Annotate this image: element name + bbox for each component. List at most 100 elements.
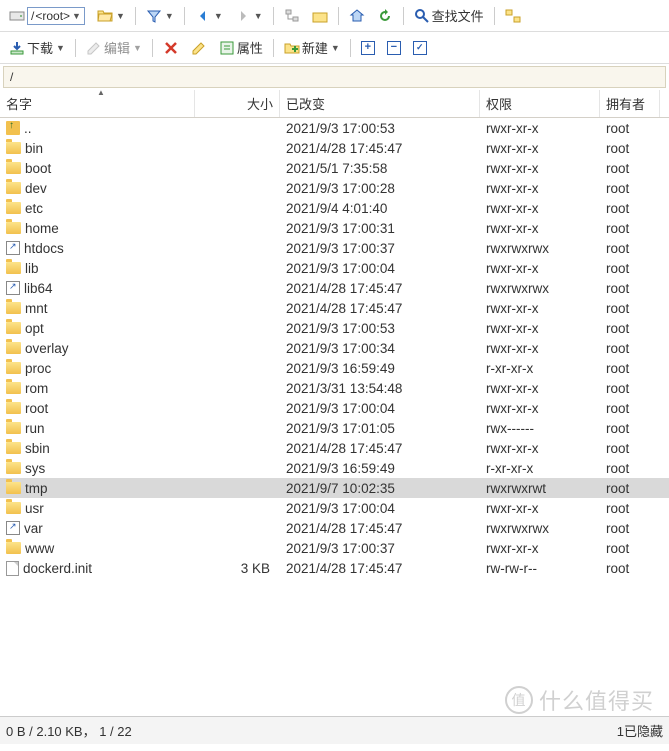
file-row[interactable]: www2021/9/3 17:00:37rwxr-xr-xroot — [0, 538, 669, 558]
file-row[interactable]: etc2021/9/4 4:01:40rwxr-xr-xroot — [0, 198, 669, 218]
col-size[interactable]: 大小 — [195, 90, 280, 117]
refresh-button[interactable] — [372, 5, 398, 27]
file-name: usr — [25, 501, 44, 516]
file-owner: root — [600, 298, 660, 318]
file-row[interactable]: rom2021/3/31 13:54:48rwxr-xr-xroot — [0, 378, 669, 398]
col-owner[interactable]: 拥有者 — [600, 90, 660, 117]
file-size — [195, 378, 280, 398]
find-files-label: 查找文件 — [432, 6, 484, 25]
filter-icon — [146, 8, 162, 24]
file-row[interactable]: proc2021/9/3 16:59:49r-xr-xr-xroot — [0, 358, 669, 378]
file-changed: 2021/9/3 17:00:28 — [280, 178, 480, 198]
folder-icon — [6, 302, 21, 314]
file-list[interactable]: ..2021/9/3 17:00:53rwxr-xr-xrootbin2021/… — [0, 118, 669, 716]
file-name: .. — [24, 121, 32, 136]
file-rights: rwxr-xr-x — [480, 398, 600, 418]
folder-icon — [6, 402, 21, 414]
rename-button[interactable] — [186, 37, 212, 59]
file-row[interactable]: sys2021/9/3 16:59:49r-xr-xr-xroot — [0, 458, 669, 478]
address-path[interactable]: / <root> ▼ — [4, 4, 90, 28]
col-rights[interactable]: 权限 — [480, 90, 600, 117]
file-rights: rwxr-xr-x — [480, 318, 600, 338]
file-row[interactable]: htdocs2021/9/3 17:00:37rwxrwxrwxroot — [0, 238, 669, 258]
select-plus-button[interactable]: + — [356, 38, 380, 58]
file-changed: 2021/9/3 17:00:04 — [280, 498, 480, 518]
file-size — [195, 478, 280, 498]
file-name: opt — [25, 321, 44, 336]
file-size — [195, 498, 280, 518]
file-rights: rwxrwxrwt — [480, 478, 600, 498]
find-files-button[interactable]: 查找文件 — [409, 3, 489, 28]
file-row[interactable]: home2021/9/3 17:00:31rwxr-xr-xroot — [0, 218, 669, 238]
chevron-down-icon: ▼ — [72, 11, 81, 21]
select-minus-button[interactable]: − — [382, 38, 406, 58]
file-rights: rwxr-xr-x — [480, 538, 600, 558]
folder-icon — [6, 502, 21, 514]
file-row[interactable]: tmp2021/9/7 10:02:35rwxrwxrwtroot — [0, 478, 669, 498]
bookmark-button[interactable] — [307, 5, 333, 27]
file-row[interactable]: usr2021/9/3 17:00:04rwxr-xr-xroot — [0, 498, 669, 518]
file-name: htdocs — [24, 241, 64, 256]
file-name: bin — [25, 141, 43, 156]
file-name: mnt — [25, 301, 48, 316]
file-row[interactable]: root2021/9/3 17:00:04rwxr-xr-xroot — [0, 398, 669, 418]
file-row[interactable]: lib2021/9/3 17:00:04rwxr-xr-xroot — [0, 258, 669, 278]
file-changed: 2021/9/3 17:00:31 — [280, 218, 480, 238]
file-row[interactable]: lib642021/4/28 17:45:47rwxrwxrwxroot — [0, 278, 669, 298]
file-owner: root — [600, 218, 660, 238]
file-owner: root — [600, 358, 660, 378]
file-row[interactable]: run2021/9/3 17:01:05rwx------root — [0, 418, 669, 438]
file-row[interactable]: ..2021/9/3 17:00:53rwxr-xr-xroot — [0, 118, 669, 138]
file-changed: 2021/4/28 17:45:47 — [280, 298, 480, 318]
file-row[interactable]: dockerd.init3 KB2021/4/28 17:45:47rw-rw-… — [0, 558, 669, 578]
back-button[interactable]: ▼ — [190, 5, 228, 27]
file-row[interactable]: overlay2021/9/3 17:00:34rwxr-xr-xroot — [0, 338, 669, 358]
new-button[interactable]: 新建▼ — [279, 35, 345, 60]
col-name[interactable]: 名字▲ — [0, 90, 195, 117]
forward-button[interactable]: ▼ — [230, 5, 268, 27]
invert-icon: ✓ — [413, 41, 427, 55]
file-name: etc — [25, 201, 43, 216]
file-row[interactable]: sbin2021/4/28 17:45:47rwxr-xr-xroot — [0, 438, 669, 458]
folder-tree-button[interactable] — [279, 5, 305, 27]
delete-button[interactable] — [158, 37, 184, 59]
disk-icon — [9, 8, 25, 24]
properties-button[interactable]: 属性 — [214, 35, 268, 60]
file-name: www — [25, 541, 54, 556]
open-folder-button[interactable]: ▼ — [92, 5, 130, 27]
folder-icon — [6, 362, 21, 374]
folder-icon — [6, 222, 21, 234]
filter-button[interactable]: ▼ — [141, 5, 179, 27]
file-owner: root — [600, 278, 660, 298]
file-row[interactable]: dev2021/9/3 17:00:28rwxr-xr-xroot — [0, 178, 669, 198]
file-row[interactable]: boot2021/5/1 7:35:58rwxr-xr-xroot — [0, 158, 669, 178]
tree-icon — [284, 8, 300, 24]
file-rights: r-xr-xr-x — [480, 358, 600, 378]
home-button[interactable] — [344, 5, 370, 27]
file-owner: root — [600, 138, 660, 158]
folder-icon — [6, 382, 21, 394]
file-changed: 2021/9/3 17:00:37 — [280, 238, 480, 258]
file-owner: root — [600, 198, 660, 218]
refresh-icon — [377, 8, 393, 24]
select-invert-button[interactable]: ✓ — [408, 38, 432, 58]
arrow-left-icon — [195, 8, 211, 24]
edit-button[interactable]: 编辑▼ — [81, 35, 147, 60]
path-bar[interactable]: / — [3, 66, 666, 88]
file-row[interactable]: bin2021/4/28 17:45:47rwxr-xr-xroot — [0, 138, 669, 158]
download-label: 下载 — [27, 38, 53, 57]
file-row[interactable]: opt2021/9/3 17:00:53rwxr-xr-xroot — [0, 318, 669, 338]
file-changed: 2021/4/28 17:45:47 — [280, 278, 480, 298]
file-name: rom — [25, 381, 48, 396]
file-size — [195, 338, 280, 358]
file-row[interactable]: mnt2021/4/28 17:45:47rwxr-xr-xroot — [0, 298, 669, 318]
delete-icon — [163, 40, 179, 56]
sync-button[interactable] — [500, 5, 526, 27]
search-icon — [414, 8, 430, 24]
download-button[interactable]: 下载▼ — [4, 35, 70, 60]
file-row[interactable]: var2021/4/28 17:45:47rwxrwxrwxroot — [0, 518, 669, 538]
col-changed[interactable]: 已改变 — [280, 90, 480, 117]
file-changed: 2021/9/3 17:01:05 — [280, 418, 480, 438]
file-name: lib — [25, 261, 39, 276]
file-size — [195, 158, 280, 178]
